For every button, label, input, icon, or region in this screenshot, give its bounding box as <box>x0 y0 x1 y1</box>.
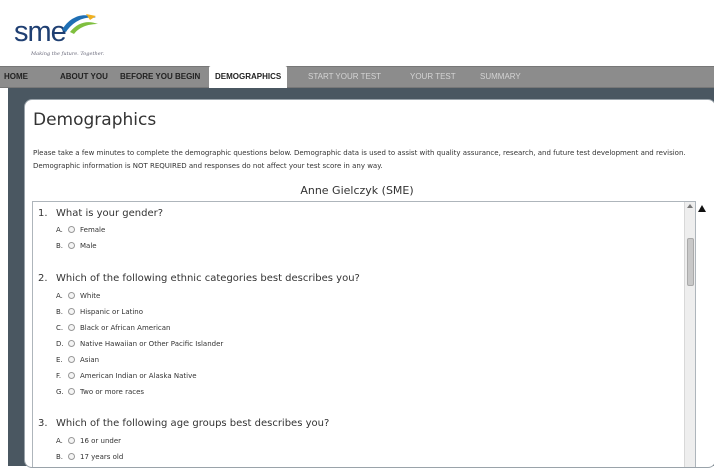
sme-logo[interactable]: sme <box>14 16 67 48</box>
option-two-or-more-races[interactable]: G. Two or more races <box>56 386 144 398</box>
nav-your-test[interactable]: YOUR TEST <box>410 67 456 87</box>
radio-button[interactable] <box>68 388 75 395</box>
question-list[interactable]: 1. What is your gender? A. Female B. Male 2… <box>32 201 696 467</box>
radio-button[interactable] <box>68 356 75 363</box>
radio-button[interactable] <box>68 242 75 249</box>
option-label: 16 or under <box>80 437 122 445</box>
option-female[interactable]: A. Female <box>56 224 105 236</box>
option-letter: B. <box>56 242 64 250</box>
page-marker-icon <box>698 205 706 212</box>
candidate-name: Anne Gielczyk (SME) <box>300 184 414 197</box>
nav-summary[interactable]: SUMMARY <box>480 67 521 87</box>
main-nav: HOME ABOUT YOU BEFORE YOU BEGIN DEMOGRAP… <box>0 66 714 88</box>
option-american-indian[interactable]: F. American Indian or Alaska Native <box>56 370 197 382</box>
option-label: Two or more races <box>80 388 145 396</box>
option-letter: B. <box>56 308 64 316</box>
question-number: 3. <box>38 418 48 429</box>
question-number: 1. <box>38 208 48 219</box>
vertical-scrollbar[interactable] <box>684 202 695 467</box>
radio-button[interactable] <box>68 340 75 347</box>
option-label: White <box>80 292 101 300</box>
radio-button[interactable] <box>68 292 75 299</box>
nav-about-you[interactable]: ABOUT YOU <box>60 67 108 87</box>
option-label: Native Hawaiian or Other Pacific Islande… <box>80 340 224 348</box>
nav-demographics[interactable]: DEMOGRAPHICS <box>209 66 288 88</box>
option-label: Male <box>80 242 97 250</box>
option-black-african-american[interactable]: C. Black or African American <box>56 322 171 334</box>
brand-tagline: Making the future. Together. <box>31 51 105 57</box>
option-asian[interactable]: E. Asian <box>56 354 99 366</box>
option-letter: F. <box>56 372 62 380</box>
option-native-hawaiian[interactable]: D. Native Hawaiian or Other Pacific Islan… <box>56 338 223 350</box>
option-male[interactable]: B. Male <box>56 240 97 252</box>
question-text: Which of the following age groups best d… <box>56 418 330 429</box>
intro-text: Please take a few minutes to complete th… <box>33 149 686 170</box>
question-text: Which of the following ethnic categories… <box>56 273 360 284</box>
radio-button[interactable] <box>68 308 75 315</box>
question-text: What is your gender? <box>56 208 164 219</box>
option-label: Black or African American <box>80 324 171 332</box>
option-letter: B. <box>56 453 64 461</box>
radio-button[interactable] <box>68 453 75 460</box>
page-title: Demographics <box>33 110 157 130</box>
radio-button[interactable] <box>68 372 75 379</box>
option-letter: A. <box>56 292 63 300</box>
nav-start-your-test[interactable]: START YOUR TEST <box>308 67 381 87</box>
option-hispanic-latino[interactable]: B. Hispanic or Latino <box>56 306 143 318</box>
sme-swoosh-icon <box>62 14 98 34</box>
question-number: 2. <box>38 273 48 284</box>
option-white[interactable]: A. White <box>56 290 100 302</box>
option-letter: A. <box>56 226 63 234</box>
scroll-up-icon[interactable] <box>687 204 693 208</box>
option-letter: E. <box>56 356 63 364</box>
option-letter: G. <box>56 388 64 396</box>
question-gender: 1. What is your gender? <box>38 208 163 219</box>
option-letter: C. <box>56 324 64 332</box>
option-label: American Indian or Alaska Native <box>80 372 197 380</box>
radio-button[interactable] <box>68 226 75 233</box>
option-label: Female <box>80 226 106 234</box>
nav-before-you-begin[interactable]: BEFORE YOU BEGIN <box>120 67 200 87</box>
site-header: sme Making the future. Together. <box>0 0 714 64</box>
radio-button[interactable] <box>68 437 75 444</box>
option-label: 17 years old <box>80 453 124 461</box>
option-label: Asian <box>80 356 100 364</box>
option-label: Hispanic or Latino <box>80 308 144 316</box>
option-16-or-under[interactable]: A. 16 or under <box>56 435 121 447</box>
option-17-years-old[interactable]: B. 17 years old <box>56 451 123 463</box>
nav-home[interactable]: HOME <box>4 67 28 87</box>
radio-button[interactable] <box>68 324 75 331</box>
scroll-thumb[interactable] <box>687 238 694 286</box>
option-letter: D. <box>56 340 64 348</box>
option-letter: A. <box>56 437 63 445</box>
question-age-group: 3. Which of the following age groups best… <box>38 418 329 429</box>
question-ethnicity: 2. Which of the following ethnic categori… <box>38 273 360 284</box>
